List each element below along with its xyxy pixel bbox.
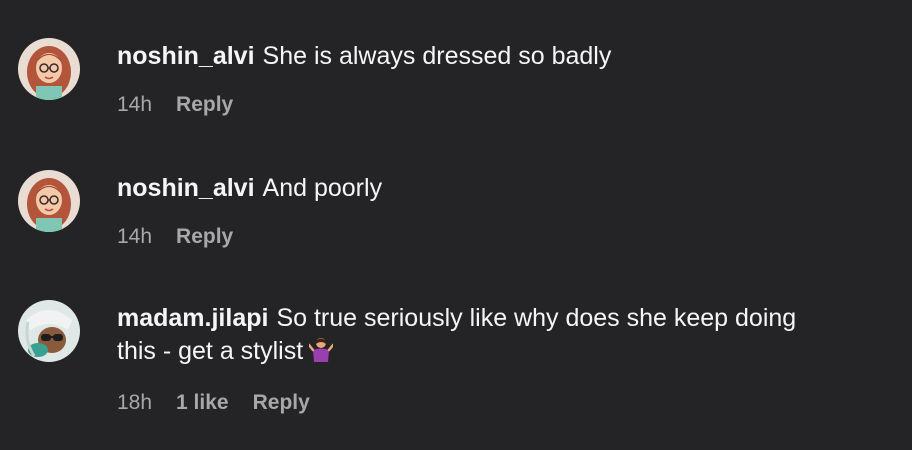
comment-text: madam.jilapi So true seriously like why d… [117, 302, 892, 335]
comment-text: noshin_alvi And poorly [117, 172, 892, 205]
comment-body: And poorly [262, 174, 383, 202]
avatar[interactable] [18, 38, 80, 100]
comment-item: madam.jilapi So true seriously like why d… [0, 270, 912, 450]
comment-username[interactable]: noshin_alvi [117, 42, 255, 70]
comment-timestamp[interactable]: 14h [117, 92, 152, 118]
comment-timestamp[interactable]: 14h [117, 224, 152, 250]
comment-meta: 14h Reply [117, 92, 233, 118]
comment-body-line1: So true seriously like why does she keep… [276, 304, 797, 332]
comment-body-line2: this - get a stylist [117, 337, 304, 365]
reply-button[interactable]: Reply [253, 390, 310, 416]
comment-timestamp[interactable]: 18h [117, 390, 152, 416]
comment-text: noshin_alvi She is always dressed so badl… [117, 40, 892, 73]
comment-item: noshin_alvi She is always dressed so badl… [0, 0, 912, 140]
avatar[interactable] [18, 300, 80, 362]
likes-count[interactable]: 1 like [176, 390, 229, 416]
comment-username[interactable]: madam.jilapi [117, 304, 268, 332]
cartoon-woman-avatar-icon [18, 38, 80, 100]
cartoon-person-avatar-icon [18, 300, 80, 362]
comments-list: noshin_alvi She is always dressed so badl… [0, 0, 912, 450]
cartoon-woman-avatar-icon [18, 170, 80, 232]
comment-item: noshin_alvi And poorly 14h Reply [0, 140, 912, 270]
comment-username[interactable]: noshin_alvi [117, 174, 255, 202]
reply-button[interactable]: Reply [176, 92, 233, 118]
comment-text-continued: this - get a stylist [117, 335, 892, 371]
person-shrugging-emoji-icon [307, 336, 335, 371]
avatar[interactable] [18, 170, 80, 232]
reply-button[interactable]: Reply [176, 224, 233, 250]
comment-meta: 18h 1 like Reply [117, 390, 310, 416]
comment-body: She is always dressed so badly [262, 42, 612, 70]
comment-meta: 14h Reply [117, 224, 233, 250]
